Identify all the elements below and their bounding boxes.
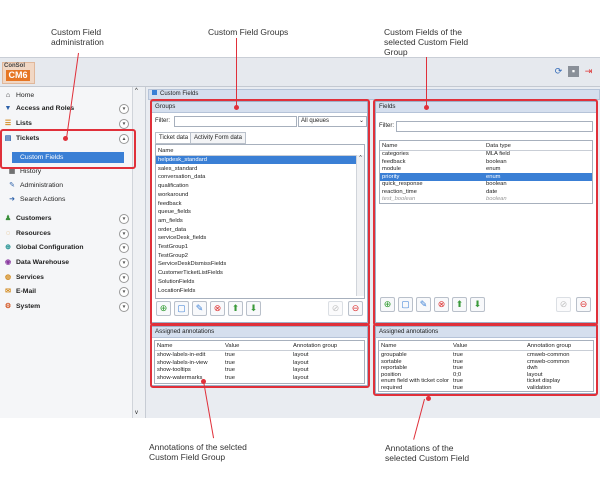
consol-logo: ConSol CM6 xyxy=(2,62,35,84)
pointer-dot-group-ann xyxy=(201,379,206,384)
email-icon: ✉ xyxy=(5,288,11,295)
chevron-down-icon[interactable]: ▾ xyxy=(119,258,129,268)
sidebar-item-data-warehouse[interactable]: ◉ Data Warehouse ▾ xyxy=(0,257,132,268)
chevron-down-icon[interactable]: ▾ xyxy=(119,214,129,224)
highlight-groups xyxy=(150,99,370,326)
customers-icon: ♟ xyxy=(4,215,12,222)
lists-icon: ☰ xyxy=(4,120,12,127)
sidebar-item-system[interactable]: ⚙ System ▾ xyxy=(0,301,132,312)
highlight-group-annotations xyxy=(150,323,370,388)
callout-group-annotations: Annotations of the selcted Custom Field … xyxy=(149,442,247,462)
sidebar-item-resources[interactable]: ◌ Resources ▾ xyxy=(0,228,132,239)
resources-icon: ◌ xyxy=(5,230,11,237)
pointer-dot-field-ann xyxy=(426,396,431,401)
pointer-dot-groups xyxy=(234,105,239,110)
sidebar-item-administration[interactable]: ✎ Administration xyxy=(4,180,136,191)
pointer-line-groups xyxy=(236,38,237,106)
user-icon[interactable]: ▪ xyxy=(568,66,579,77)
sidebar-item-services[interactable]: ◍ Services ▾ xyxy=(0,272,132,283)
sidebar-item-home[interactable]: ⌂ Home xyxy=(0,90,132,101)
sidebar-item-customers[interactable]: ♟ Customers ▾ xyxy=(0,213,132,224)
callout-fields: Custom Fields of the selected Custom Fie… xyxy=(384,27,469,57)
services-icon: ◍ xyxy=(4,274,12,281)
pointer-line-fields xyxy=(426,57,427,106)
chevron-down-icon[interactable]: ▾ xyxy=(119,229,129,239)
chevron-down-icon[interactable]: ▾ xyxy=(119,302,129,312)
sidebar-item-global-configuration[interactable]: ⊕ Global Configuration ▾ xyxy=(0,242,132,253)
top-bar: ConSol CM6 ⟳ ▪ ⇥ xyxy=(0,58,600,87)
chevron-down-icon[interactable]: ▾ xyxy=(119,104,129,114)
warehouse-icon: ◉ xyxy=(4,259,12,266)
tools-icon: ✎ xyxy=(9,182,15,189)
highlight-field-annotations xyxy=(373,323,598,396)
search-actions-icon: ➜ xyxy=(9,196,15,203)
chevron-down-icon[interactable]: ▾ xyxy=(119,243,129,253)
pointer-dot-fields xyxy=(424,105,429,110)
highlight-admin xyxy=(0,129,136,169)
callout-groups: Custom Field Groups xyxy=(208,27,289,37)
system-icon: ⚙ xyxy=(4,303,12,310)
access-icon: ▼ xyxy=(4,105,12,112)
pointer-dot-admin xyxy=(63,136,68,141)
sidebar-item-lists[interactable]: ☰ Lists ▾ xyxy=(0,118,132,129)
highlight-fields xyxy=(373,99,598,326)
custom-fields-icon xyxy=(152,90,157,95)
chevron-down-icon[interactable]: ▾ xyxy=(119,119,129,129)
sidebar-item-email[interactable]: ✉ E-Mail ▾ xyxy=(0,286,132,297)
chevron-down-icon[interactable]: ▾ xyxy=(119,273,129,283)
sidebar-item-access-roles[interactable]: ▼ Access and Roles ▾ xyxy=(0,103,132,114)
globe-icon: ⊕ xyxy=(5,244,11,251)
sidebar-item-search-actions[interactable]: ➜ Search Actions xyxy=(4,194,136,205)
callout-admin: Custom Field administration xyxy=(51,27,104,47)
callout-field-annotations: Annotations of the selected Custom Field xyxy=(385,443,470,463)
refresh-icon[interactable]: ⟳ xyxy=(553,66,564,77)
chevron-down-icon[interactable]: ▾ xyxy=(119,287,129,297)
logout-icon[interactable]: ⇥ xyxy=(583,66,594,77)
home-icon: ⌂ xyxy=(5,92,11,99)
